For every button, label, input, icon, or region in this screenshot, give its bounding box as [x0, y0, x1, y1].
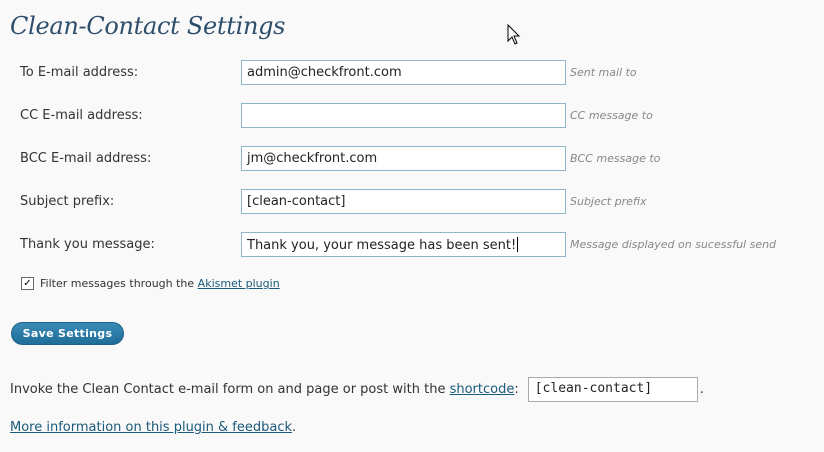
to-email-hint: Sent mail to	[570, 66, 637, 79]
thank-you-input[interactable]: Thank you, your message has been sent!	[241, 232, 566, 257]
invoke-text: Invoke the Clean Contact e-mail form on …	[10, 382, 446, 397]
more-info-link[interactable]: More information on this plugin & feedba…	[10, 420, 292, 435]
thank-you-row: Thank you message: Thank you, your messa…	[0, 232, 824, 258]
thank-you-label: Thank you message:	[20, 237, 155, 252]
invoke-period: .	[699, 382, 704, 397]
akismet-filter-option: ✓ Filter messages through the Akismet pl…	[21, 277, 280, 290]
bcc-email-label: BCC E-mail address:	[20, 151, 152, 166]
cc-email-row: CC E-mail address: CC message to	[0, 103, 824, 129]
akismet-plugin-link[interactable]: Akismet plugin	[198, 277, 280, 290]
akismet-filter-label: Filter messages through the	[40, 277, 195, 290]
subject-prefix-row: Subject prefix: [clean-contact] Subject …	[0, 189, 824, 215]
thank-you-value: Thank you, your message has been sent!	[247, 238, 517, 253]
to-email-row: To E-mail address: admin@checkfront.com …	[0, 60, 824, 86]
cc-email-hint: CC message to	[570, 109, 653, 122]
more-info-period: .	[292, 420, 297, 435]
subject-prefix-input[interactable]: [clean-contact]	[241, 189, 566, 214]
to-email-input[interactable]: admin@checkfront.com	[241, 60, 566, 85]
cc-email-label: CC E-mail address:	[20, 108, 143, 123]
akismet-filter-checkbox[interactable]: ✓	[21, 277, 34, 290]
text-caret	[517, 237, 519, 252]
invoke-colon: :	[514, 382, 519, 397]
bcc-email-row: BCC E-mail address: jm@checkfront.com BC…	[0, 146, 824, 172]
shortcode-link[interactable]: shortcode	[450, 382, 515, 397]
bcc-email-hint: BCC message to	[570, 152, 661, 165]
subject-prefix-label: Subject prefix:	[20, 194, 115, 209]
bcc-email-input[interactable]: jm@checkfront.com	[241, 146, 566, 171]
shortcode-field[interactable]: [clean-contact]	[527, 377, 698, 402]
save-settings-button[interactable]: Save Settings	[11, 322, 124, 345]
invoke-instructions: Invoke the Clean Contact e-mail form on …	[10, 377, 704, 402]
cc-email-input[interactable]	[241, 103, 566, 128]
subject-prefix-hint: Subject prefix	[570, 195, 647, 208]
mouse-pointer-icon	[507, 24, 521, 45]
page-title: Clean-Contact Settings	[10, 12, 286, 40]
more-info: More information on this plugin & feedba…	[10, 420, 296, 435]
thank-you-hint: Message displayed on sucessful send	[570, 238, 777, 251]
to-email-label: To E-mail address:	[20, 65, 139, 80]
